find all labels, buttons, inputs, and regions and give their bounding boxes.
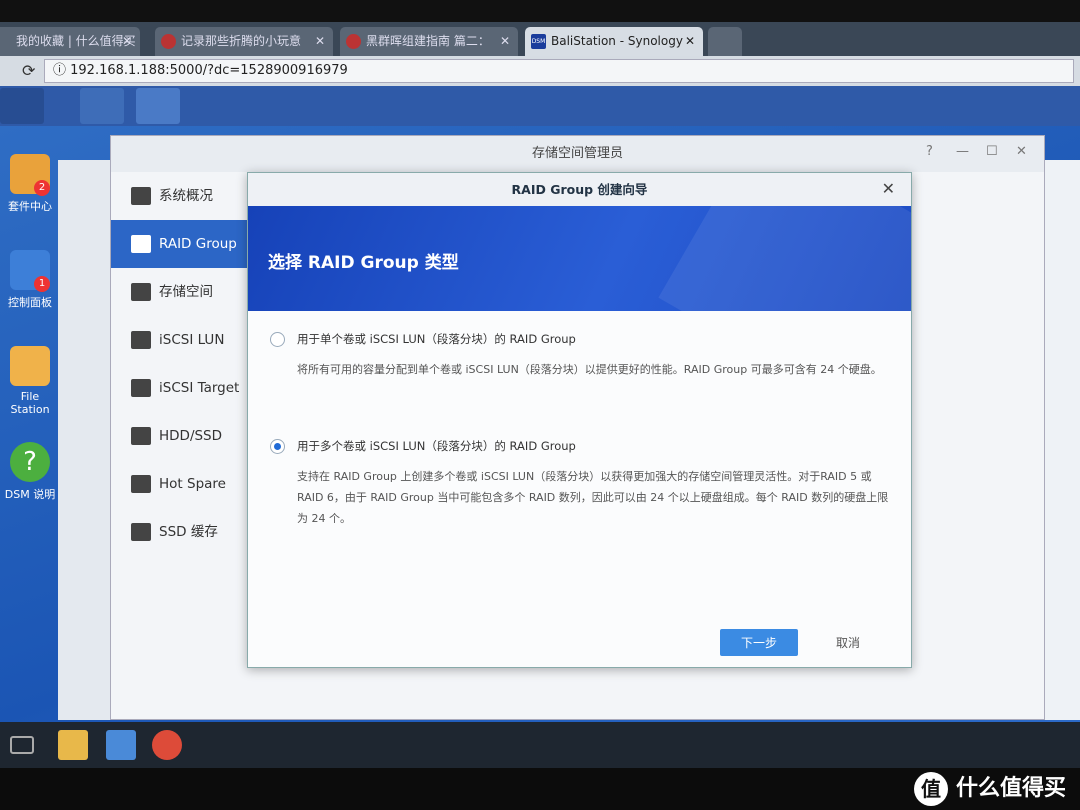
- volume-icon: [131, 283, 151, 301]
- close-icon[interactable]: ✕: [1016, 144, 1027, 159]
- sidebar-item-label: iSCSI Target: [159, 380, 240, 396]
- url-text: 192.168.1.188:5000/?dc=1528900916979: [70, 63, 348, 78]
- overview-icon: [131, 187, 151, 205]
- dialog-title: RAID Group 创建向导: [248, 173, 911, 206]
- tab-label: BaliStation - Synology: [551, 34, 683, 48]
- hot-spare-icon: [131, 475, 151, 493]
- wizard-heading: 选择 RAID Group 类型: [268, 253, 459, 273]
- sidebar-item-label: 系统概况: [159, 188, 213, 204]
- close-icon[interactable]: ✕: [882, 179, 895, 198]
- sidebar-item-volume[interactable]: 存储空间: [111, 268, 247, 316]
- next-button[interactable]: 下一步: [720, 629, 798, 656]
- main-menu-icon[interactable]: [0, 88, 44, 124]
- browser-tab[interactable]: 记录那些折腾的小玩意 ✕: [155, 27, 333, 56]
- sidebar-item-label: HDD/SSD: [159, 428, 223, 444]
- option-title: 用于多个卷或 iSCSI LUN（段落分块）的 RAID Group: [297, 439, 576, 453]
- raid-icon: [131, 235, 151, 253]
- new-tab-button[interactable]: [708, 27, 742, 56]
- folder-icon: [10, 346, 50, 386]
- app-icon[interactable]: [106, 730, 136, 760]
- browser-tab-active[interactable]: DSM BaliStation - Synology ✕: [525, 27, 703, 56]
- wizard-banner: 选择 RAID Group 类型: [248, 206, 911, 311]
- tab-label: 黑群晖组建指南 篇二：: [366, 34, 490, 48]
- desktop-icon-control-panel[interactable]: 1 控制面板: [0, 250, 60, 310]
- favicon-icon: [346, 34, 361, 49]
- maximize-icon[interactable]: ☐: [986, 144, 998, 159]
- dsm-taskbar: [0, 86, 1080, 126]
- sidebar-item-overview[interactable]: 系统概况: [111, 172, 247, 220]
- watermark: 值什么值得买: [913, 770, 1066, 806]
- desktop-icon-package-center[interactable]: 2 套件中心: [0, 154, 60, 214]
- icon-label: File Station: [10, 390, 50, 416]
- background-sidebar: [58, 160, 118, 720]
- lun-icon: [131, 331, 151, 349]
- sidebar-item-label: Hot Spare: [159, 476, 226, 492]
- window-title: 存储空间管理员: [111, 136, 1044, 172]
- close-tab-icon[interactable]: ✕: [122, 27, 132, 56]
- sidebar-item-hot-spare[interactable]: Hot Spare: [111, 460, 247, 508]
- sidebar-item-label: SSD 缓存: [159, 524, 218, 540]
- help-icon[interactable]: ?: [926, 144, 933, 159]
- dsm-favicon-icon: DSM: [531, 34, 546, 49]
- minimize-icon[interactable]: —: [956, 144, 969, 159]
- help-icon: ?: [10, 442, 50, 482]
- sidebar-item-label: iSCSI LUN: [159, 332, 225, 348]
- desktop-icon-dsm-help[interactable]: ? DSM 说明: [0, 442, 60, 502]
- radio-multiple-volumes[interactable]: [270, 439, 285, 454]
- sidebar-item-iscsi-target[interactable]: iSCSI Target: [111, 364, 247, 412]
- file-explorer-icon[interactable]: [58, 730, 88, 760]
- close-tab-icon[interactable]: ✕: [685, 27, 695, 56]
- task-view-icon[interactable]: [10, 736, 34, 754]
- sidebar-item-iscsi-lun[interactable]: iSCSI LUN: [111, 316, 247, 364]
- browser-tab[interactable]: 黑群晖组建指南 篇二： ✕: [340, 27, 518, 56]
- disk-icon: [131, 427, 151, 445]
- favicon-icon: [161, 34, 176, 49]
- browser-tab-bar: 我的收藏 | 什么值得买 ✕ 记录那些折腾的小玩意 ✕ 黑群晖组建指南 篇二： ✕ D…: [0, 22, 1080, 56]
- banner-decoration: [658, 206, 911, 311]
- badge: 1: [34, 276, 50, 292]
- desktop-icon-file-station[interactable]: File Station: [0, 346, 60, 416]
- target-icon: [131, 379, 151, 397]
- sidebar-item-label: RAID Group: [159, 236, 237, 252]
- option-title: 用于单个卷或 iSCSI LUN（段落分块）的 RAID Group: [297, 332, 576, 346]
- ssd-cache-icon: [131, 523, 151, 541]
- sidebar-item-label: 存储空间: [159, 284, 213, 300]
- cancel-button[interactable]: 取消: [810, 629, 886, 656]
- package-center-task-icon[interactable]: [80, 88, 124, 124]
- chrome-icon[interactable]: [152, 730, 182, 760]
- icon-label: DSM 说明: [4, 488, 56, 501]
- option-description: 支持在 RAID Group 上创建多个卷或 iSCSI LUN（段落分块）以获…: [297, 470, 889, 525]
- tab-label: 记录那些折腾的小玩意: [181, 34, 302, 48]
- reload-icon[interactable]: ⟳: [22, 61, 35, 80]
- windows-taskbar: [0, 722, 1080, 768]
- sidebar-item-hdd-ssd[interactable]: HDD/SSD: [111, 412, 247, 460]
- radio-single-volume[interactable]: [270, 332, 285, 347]
- icon-label: 控制面板: [8, 296, 52, 309]
- badge: 2: [34, 180, 50, 196]
- address-bar-area: ⟳ ⓘ 192.168.1.188:5000/?dc=1528900916979: [0, 56, 1080, 86]
- storage-manager-task-icon[interactable]: [136, 88, 180, 124]
- close-tab-icon[interactable]: ✕: [500, 27, 510, 56]
- sidebar: 系统概况 RAID Group 存储空间 iSCSI LUN iSCSI Tar…: [111, 172, 247, 556]
- tab-label: 我的收藏 | 什么值得买: [16, 34, 136, 48]
- close-tab-icon[interactable]: ✕: [315, 27, 325, 56]
- sidebar-item-raid-group[interactable]: RAID Group: [111, 220, 247, 268]
- watermark-text: 什么值得买: [955, 776, 1066, 801]
- option-description: 将所有可用的容量分配到单个卷或 iSCSI LUN（段落分块）以提供更好的性能。…: [297, 363, 882, 376]
- browser-tab[interactable]: 我的收藏 | 什么值得买 ✕: [0, 27, 140, 56]
- icon-label: 套件中心: [8, 200, 52, 213]
- option-single-volume[interactable]: 用于单个卷或 iSCSI LUN（段落分块）的 RAID Group 将所有可用…: [270, 330, 890, 380]
- sidebar-item-ssd-cache[interactable]: SSD 缓存: [111, 508, 247, 556]
- raid-group-wizard-dialog: RAID Group 创建向导 ✕ 选择 RAID Group 类型 用于单个卷…: [247, 172, 912, 668]
- url-input[interactable]: ⓘ 192.168.1.188:5000/?dc=1528900916979: [44, 59, 1074, 83]
- option-multiple-volumes[interactable]: 用于多个卷或 iSCSI LUN（段落分块）的 RAID Group 支持在 R…: [270, 437, 890, 529]
- watermark-logo-icon: 值: [913, 772, 948, 806]
